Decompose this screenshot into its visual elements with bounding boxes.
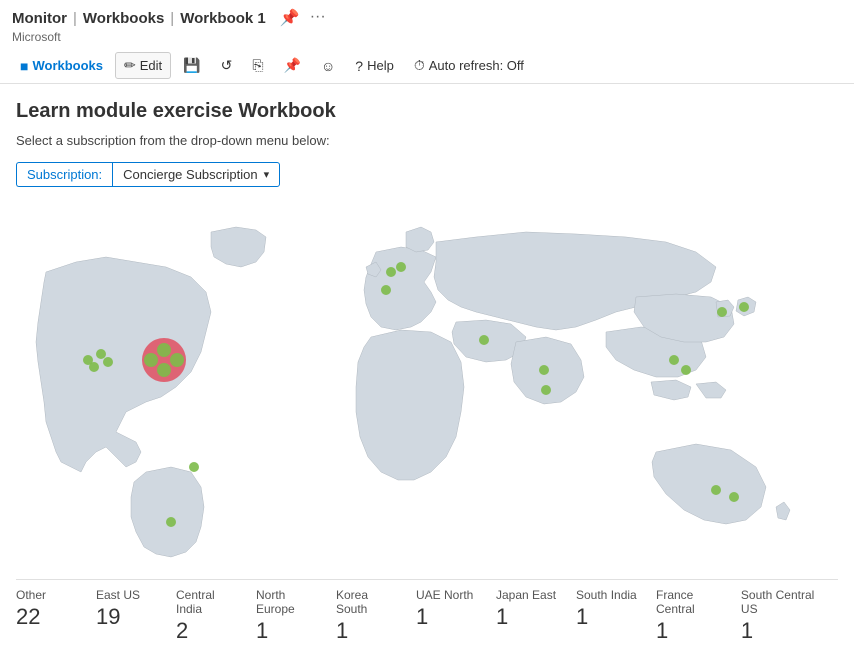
- stat-value-0: 22: [16, 604, 40, 630]
- refresh-icon: ↺: [221, 57, 233, 74]
- title-bar: Monitor | Workbooks | Workbook 1 📌 ···: [0, 0, 854, 30]
- stat-label-7: South India: [576, 588, 637, 602]
- clock-icon: ⏱: [414, 57, 425, 74]
- stat-item-japan-east: Japan East 1: [496, 588, 576, 630]
- map-dot-japan: [739, 302, 749, 312]
- map-dot-uk: [396, 262, 406, 272]
- stat-label-9: South Central US: [741, 588, 822, 616]
- stat-label-0: Other: [16, 588, 46, 602]
- pushpin-icon: 📌: [284, 57, 301, 74]
- map-dot-north-europe: [386, 267, 396, 277]
- help-label: Help: [367, 58, 394, 73]
- page-subtitle: Select a subscription from the drop-down…: [16, 133, 838, 148]
- ellipsis-icon[interactable]: ···: [310, 8, 326, 28]
- edit-icon: ✏: [124, 57, 136, 74]
- toolbar-autorefresh[interactable]: ⏱ Auto refresh: Off: [406, 53, 532, 78]
- stat-label-6: Japan East: [496, 588, 556, 602]
- world-map-svg: [16, 207, 836, 567]
- toolbar-smiley[interactable]: ☺: [313, 54, 343, 78]
- map-dot-sea-2: [681, 365, 691, 375]
- stat-item-korea-south: Korea South1: [336, 588, 416, 644]
- stat-item-east-us: East US 19: [96, 588, 176, 630]
- map-dot-central-india: [539, 365, 549, 375]
- subscription-row: Subscription: Concierge Subscription ▾: [16, 162, 838, 187]
- clone-icon: ⎘: [252, 57, 263, 74]
- map-container: [16, 207, 836, 567]
- stat-value-8: 1: [656, 618, 668, 644]
- subscription-dropdown[interactable]: Concierge Subscription ▾: [112, 162, 280, 187]
- title-bar-actions[interactable]: 📌 ···: [280, 8, 326, 28]
- stat-value-5: 1: [416, 604, 428, 630]
- workbooks-icon: ■: [20, 58, 28, 74]
- chevron-down-icon: ▾: [264, 168, 270, 181]
- stat-item-south-india: South India 1: [576, 588, 656, 630]
- toolbar-clone[interactable]: ⎘: [244, 53, 271, 78]
- map-dot-uae: [479, 335, 489, 345]
- stat-label-1: East US: [96, 588, 140, 602]
- save-icon: 💾: [183, 57, 200, 74]
- stat-value-3: 1: [256, 618, 268, 644]
- breadcrumb-workbooks: Workbooks: [83, 10, 164, 27]
- stat-value-4: 1: [336, 618, 348, 644]
- app-name: Monitor: [12, 10, 67, 27]
- stat-item-other: Other 22: [16, 588, 96, 630]
- workbooks-label: Workbooks: [32, 58, 103, 73]
- stat-label-2: Central India: [176, 588, 240, 616]
- map-dot-brazil: [189, 462, 199, 472]
- stats-bar: Other22East US19Central India2North Euro…: [16, 579, 838, 644]
- stat-item-france-central: France Central1: [656, 588, 741, 644]
- breadcrumb-sep-1: |: [73, 10, 77, 27]
- map-dot-australia-1: [711, 485, 721, 495]
- map-dot-south-india: [541, 385, 551, 395]
- stat-value-7: 1: [576, 604, 588, 630]
- toolbar: ■ Workbooks ✏ Edit 💾 ↺ ⎘ 📌 ☺ ? Help ⏱ Au…: [0, 48, 854, 84]
- toolbar-workbooks[interactable]: ■ Workbooks: [12, 54, 111, 78]
- page-title: Learn module exercise Workbook: [16, 100, 838, 123]
- toolbar-help[interactable]: ? Help: [347, 54, 402, 78]
- subscription-label: Subscription:: [16, 162, 112, 187]
- stat-label-5: UAE North: [416, 588, 473, 602]
- map-dot-west-us-3: [89, 362, 99, 372]
- main-content: Learn module exercise Workbook Select a …: [0, 84, 854, 660]
- stat-value-2: 2: [176, 618, 188, 644]
- toolbar-refresh[interactable]: ↺: [213, 53, 241, 78]
- stat-value-1: 19: [96, 604, 120, 630]
- stat-label-3: North Europe: [256, 588, 320, 616]
- stat-item-north-europe: North Europe1: [256, 588, 336, 644]
- stat-label-8: France Central: [656, 588, 725, 616]
- map-dot-sea-1: [669, 355, 679, 365]
- stat-item-uae-north: UAE North 1: [416, 588, 496, 630]
- map-dot-central-us: [103, 357, 113, 367]
- help-icon: ?: [355, 58, 363, 74]
- company-label: Microsoft: [0, 30, 854, 44]
- map-dot-korea: [717, 307, 727, 317]
- map-dot-france: [381, 285, 391, 295]
- map-dot-south-america: [166, 517, 176, 527]
- toolbar-pushpin[interactable]: 📌: [276, 53, 309, 78]
- autorefresh-label: Auto refresh: Off: [429, 58, 524, 73]
- stat-item-south-central-us: South Central US1: [741, 588, 838, 644]
- toolbar-save[interactable]: 💾: [175, 53, 208, 78]
- stat-item-central-india: Central India2: [176, 588, 256, 644]
- smiley-icon: ☺: [321, 58, 335, 74]
- stat-value-9: 1: [741, 618, 753, 644]
- stat-label-4: Korea South: [336, 588, 400, 616]
- edit-label: Edit: [140, 58, 162, 73]
- map-dot-australia-2: [729, 492, 739, 502]
- map-dot-west-us-2: [96, 349, 106, 359]
- breadcrumb-workbook1: Workbook 1: [180, 10, 266, 27]
- toolbar-edit[interactable]: ✏ Edit: [115, 52, 171, 79]
- pin-icon[interactable]: 📌: [280, 8, 300, 28]
- stat-value-6: 1: [496, 604, 508, 630]
- breadcrumb-sep-2: |: [170, 10, 174, 27]
- subscription-value: Concierge Subscription: [123, 167, 257, 182]
